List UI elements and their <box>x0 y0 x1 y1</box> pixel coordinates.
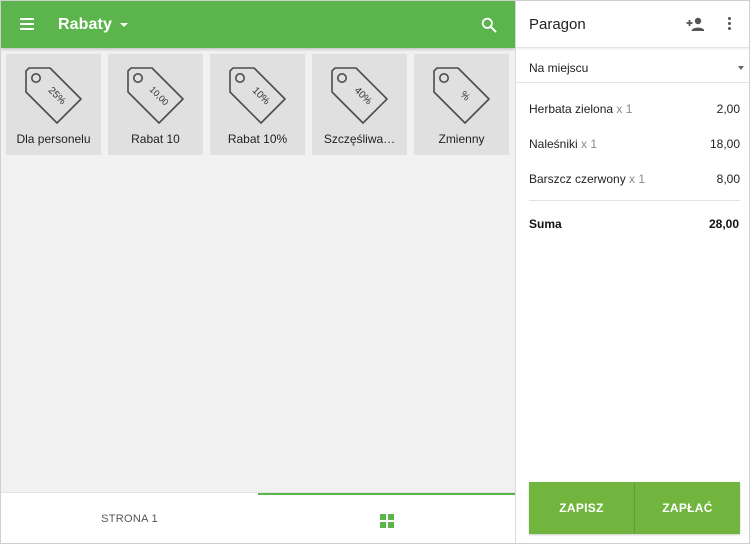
tab-page-1[interactable]: STRONA 1 <box>1 493 258 543</box>
item-price: 8,00 <box>716 172 740 186</box>
discount-grid: 25% Dla personelu 10,00 Rabat 10 10% Rab… <box>6 54 509 155</box>
category-selector[interactable]: Rabaty <box>58 1 128 48</box>
discount-tile[interactable]: 40% Szczęśliwa… <box>312 54 407 155</box>
item-qty: x 1 <box>629 172 646 186</box>
more-vert-icon[interactable] <box>728 17 732 31</box>
tag-icon: % <box>433 67 490 124</box>
pay-button[interactable]: ZAPŁAĆ <box>634 482 740 534</box>
discount-label: Szczęśliwa… <box>323 132 396 146</box>
sum-label: Suma <box>529 217 562 231</box>
discount-tile[interactable]: 10,00 Rabat 10 <box>108 54 203 155</box>
item-name-wrap: Barszcz czerwony x 1 <box>529 172 645 186</box>
discount-label: Dla personelu <box>16 132 91 146</box>
tag-icon: 40% <box>331 67 388 124</box>
grid-icon <box>380 514 394 528</box>
discount-label: Rabat 10% <box>227 132 288 146</box>
category-title: Rabaty <box>58 15 112 33</box>
discount-label: Rabat 10 <box>131 132 180 146</box>
tag-icon: 10,00 <box>127 67 184 124</box>
order-type-select[interactable]: Na miejscu <box>516 51 749 83</box>
tag-value: 40% <box>352 85 374 107</box>
item-name: Herbata zielona <box>529 102 614 116</box>
divider <box>529 200 740 201</box>
item-name-wrap: Naleśniki x 1 <box>529 137 597 151</box>
discounts-pane: Rabaty 25% Dla personelu 10,00 Rabat 10 … <box>1 1 515 543</box>
save-button[interactable]: ZAPISZ <box>529 482 634 534</box>
receipt-item[interactable]: Barszcz czerwony x 1 8,00 <box>516 168 749 190</box>
item-name: Naleśniki <box>529 137 578 151</box>
tag-value: 10,00 <box>148 84 171 107</box>
sum-value: 28,00 <box>708 217 739 231</box>
item-price: 18,00 <box>709 137 740 151</box>
tag-value: % <box>458 89 472 103</box>
item-name-wrap: Herbata zielona x 1 <box>529 102 632 116</box>
discount-tile[interactable]: % Zmienny <box>414 54 509 155</box>
receipt-title: Paragon <box>529 16 586 33</box>
tag-value: 25% <box>46 85 68 107</box>
receipt-actions: ZAPISZ ZAPŁAĆ <box>529 482 740 534</box>
item-qty: x 1 <box>581 137 598 151</box>
menu-icon[interactable] <box>20 18 34 30</box>
add-person-icon[interactable] <box>686 17 704 31</box>
tag-icon: 10% <box>229 67 286 124</box>
app-window: Rabaty 25% Dla personelu 10,00 Rabat 10 … <box>1 1 749 543</box>
discount-label: Zmienny <box>438 132 485 146</box>
discount-tile[interactable]: 10% Rabat 10% <box>210 54 305 155</box>
discount-tile[interactable]: 25% Dla personelu <box>6 54 101 155</box>
order-type-value: Na miejscu <box>529 61 589 75</box>
tag-icon: 25% <box>25 67 82 124</box>
bottom-bar: STRONA 1 <box>1 492 515 543</box>
tag-value: 10% <box>250 85 272 107</box>
chevron-down-icon <box>119 23 128 27</box>
dropdown-caret-icon <box>738 66 744 70</box>
app-bar: Rabaty <box>1 1 515 48</box>
search-icon[interactable] <box>481 17 497 33</box>
receipt-item[interactable]: Herbata zielona x 1 2,00 <box>516 98 749 120</box>
item-qty: x 1 <box>616 102 633 116</box>
item-price: 2,00 <box>716 102 740 116</box>
tab-grid-view[interactable] <box>258 493 515 543</box>
receipt-header: Paragon <box>516 1 749 48</box>
receipt-pane: Paragon Na miejscu Herbata zielona x 1 2… <box>515 1 749 543</box>
item-name: Barszcz czerwony <box>529 172 626 186</box>
receipt-item[interactable]: Naleśniki x 1 18,00 <box>516 133 749 155</box>
